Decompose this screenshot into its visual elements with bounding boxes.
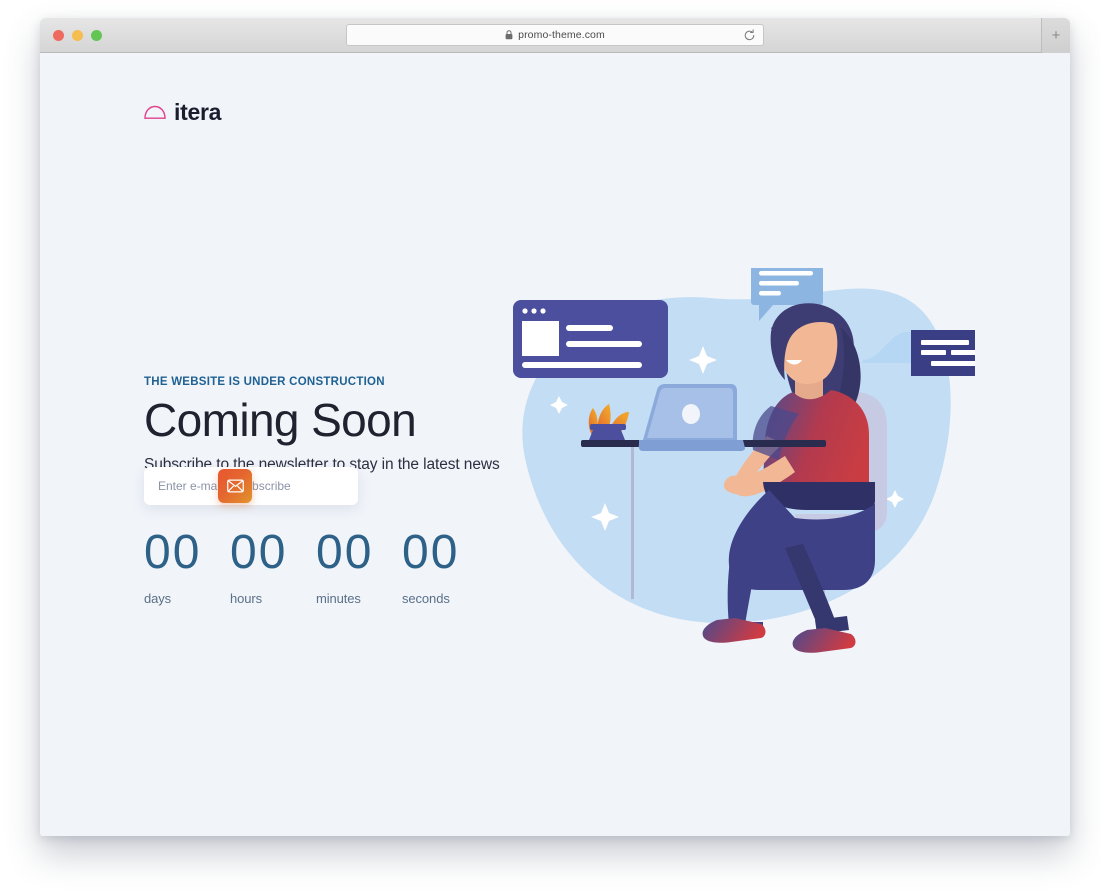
countdown-label: hours	[230, 591, 263, 606]
browser-window: promo-theme.com + itera THE WEBSITE IS U…	[40, 18, 1070, 836]
countdown-label: minutes	[316, 591, 361, 606]
hero-eyebrow: THE WEBSITE IS UNDER CONSTRUCTION	[144, 376, 385, 388]
close-window-button[interactable]	[53, 30, 64, 41]
minimize-window-button[interactable]	[72, 30, 83, 41]
new-tab-button[interactable]: +	[1041, 18, 1070, 53]
reload-icon[interactable]	[743, 29, 756, 42]
countdown-value: 00	[144, 526, 202, 579]
browser-card-left	[513, 300, 668, 378]
countdown-value: 00	[402, 526, 460, 579]
countdown-unit-seconds: 00 seconds	[402, 526, 488, 607]
countdown-unit-hours: 00 hours	[230, 526, 316, 607]
envelope-icon	[226, 479, 244, 493]
countdown-label: seconds	[402, 591, 450, 606]
countdown-value: 00	[316, 526, 374, 579]
countdown-label: days	[144, 591, 172, 606]
page-viewport: itera THE WEBSITE IS UNDER CONSTRUCTION …	[40, 53, 1070, 836]
maximize-window-button[interactable]	[91, 30, 102, 41]
info-card-right	[911, 330, 975, 376]
url-text: promo-theme.com	[518, 29, 605, 41]
window-traffic-lights	[53, 30, 102, 41]
site-logo-text: itera	[174, 99, 222, 125]
cloud-arc-icon	[144, 105, 166, 119]
subscribe-submit-button[interactable]	[218, 469, 252, 503]
url-bar[interactable]: promo-theme.com	[346, 24, 764, 46]
countdown-unit-days: 00 days	[144, 526, 230, 607]
countdown-value: 00	[230, 526, 288, 579]
browser-chrome-bar: promo-theme.com +	[40, 18, 1070, 53]
site-logo[interactable]: itera	[144, 99, 221, 126]
countdown-timer: 00 days 00 hours 00 minutes 00 seconds	[144, 526, 488, 607]
lock-icon	[505, 30, 513, 40]
woman-working-at-laptop-illustration	[513, 268, 975, 653]
hero-copy: THE WEBSITE IS UNDER CONSTRUCTION Coming…	[144, 376, 504, 474]
page-title: Coming Soon	[144, 394, 417, 446]
countdown-unit-minutes: 00 minutes	[316, 526, 402, 607]
